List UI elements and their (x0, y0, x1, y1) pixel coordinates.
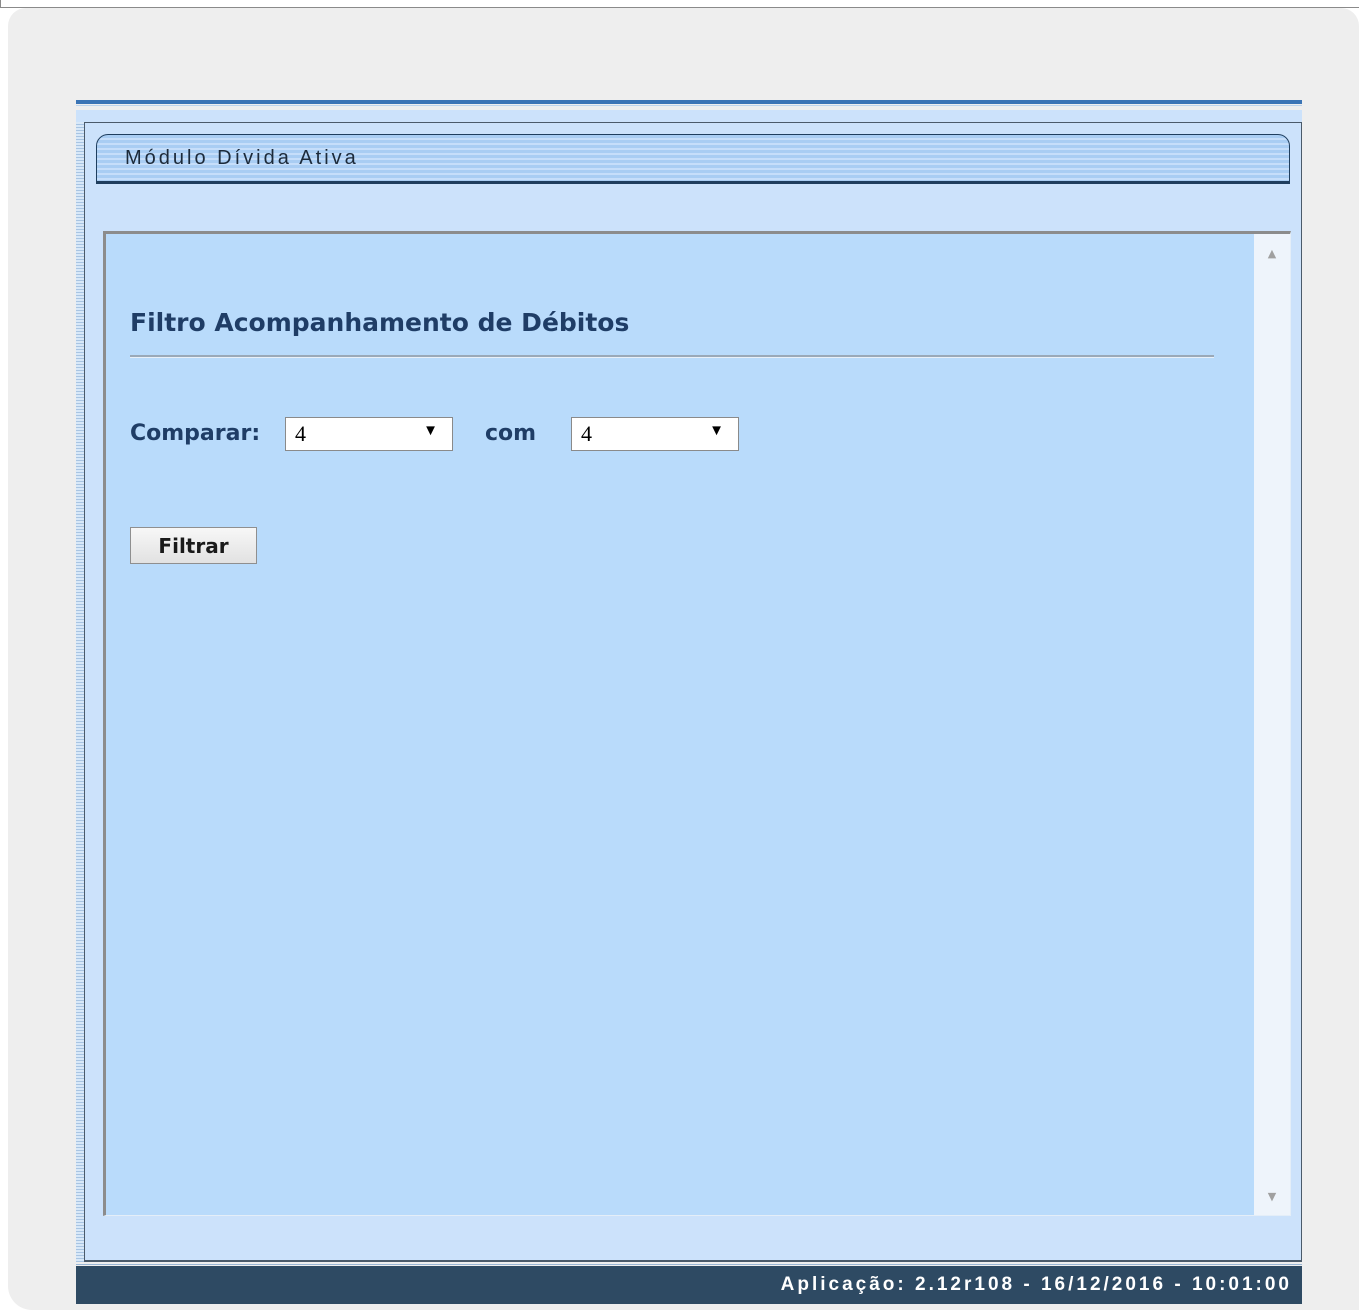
top-rule (76, 100, 1302, 106)
scroll-down-icon[interactable]: ▼ (1254, 1181, 1290, 1211)
compare-label: Comparar: (130, 421, 261, 446)
content-frame: Filtro Acompanhamento de Débitos Compara… (103, 231, 1291, 1216)
with-select[interactable]: 4 ▼ (571, 417, 739, 451)
compare-select[interactable]: 4 ▼ (285, 417, 453, 451)
module-tab-bottom-border (97, 181, 1289, 183)
app-version-text: Aplicação: 2.12r108 - 16/12/2016 - 10:01… (780, 1274, 1292, 1295)
module-header-tab: Módulo Dívida Ativa (96, 134, 1290, 184)
footer-bar: Aplicação: 2.12r108 - 16/12/2016 - 10:01… (76, 1266, 1302, 1304)
scroll-up-icon[interactable]: ▲ (1254, 238, 1290, 268)
top-frame (0, 0, 1359, 8)
title-divider (130, 355, 1214, 358)
page-title: Filtro Acompanhamento de Débitos (130, 308, 630, 337)
with-label: com (485, 421, 537, 446)
module-title: Módulo Dívida Ativa (125, 147, 359, 169)
filter-button[interactable]: Filtrar (130, 527, 257, 564)
chevron-down-icon: ▼ (709, 423, 724, 439)
compare-select-value: 4 (295, 421, 306, 446)
chevron-down-icon: ▼ (423, 423, 438, 439)
frame-left-stripe (76, 122, 84, 1262)
with-select-value: 4 (581, 421, 592, 446)
footer-divider (76, 1264, 1302, 1265)
vertical-scrollbar[interactable]: ▲ ▼ (1254, 234, 1290, 1215)
